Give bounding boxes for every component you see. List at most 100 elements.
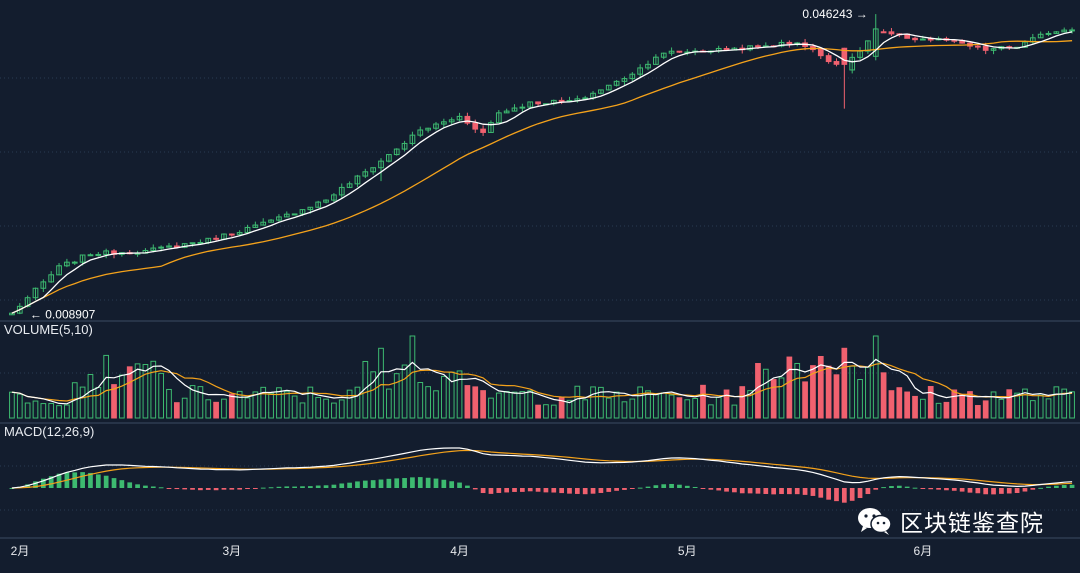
volume-bar [857, 379, 863, 419]
macd-histogram-bar [402, 478, 407, 488]
volume-bar [40, 403, 47, 419]
volume-bar [700, 384, 706, 419]
volume-bar [990, 391, 997, 419]
volume-bar [1037, 394, 1044, 419]
volume-bar [488, 397, 494, 419]
volume-bar [472, 386, 479, 419]
volume-bar [24, 402, 31, 419]
macd-histogram-bar [912, 487, 918, 489]
macd-histogram-bar [166, 488, 172, 489]
candle-body [888, 31, 895, 35]
volume-bar [291, 395, 298, 419]
volume-bar [1014, 392, 1020, 419]
volume-bar [778, 377, 785, 419]
macd-histogram-bar [857, 488, 863, 499]
macd-histogram-bar [559, 488, 564, 494]
macd-histogram-bar [983, 488, 989, 495]
macd-histogram-bar [873, 488, 879, 490]
x-axis: 2月 3月 4月 5月 6月 [11, 544, 933, 558]
grid [0, 77, 1080, 539]
macd-histogram-bar [417, 477, 423, 488]
volume-bar [386, 388, 392, 419]
volume-bar [535, 404, 541, 419]
volume-bar [1045, 398, 1052, 419]
candle-body [95, 253, 102, 256]
price-panel: ← 0.008907 0.046243 → [9, 7, 1075, 322]
macd-histogram-bar [1022, 488, 1028, 492]
macd-histogram-bar [229, 488, 235, 490]
macd-histogram-bar [457, 482, 462, 488]
macd-histogram-bar [465, 485, 470, 488]
volume-bar [213, 401, 219, 419]
macd-histogram-bar [410, 477, 415, 488]
volume-bar [629, 398, 636, 419]
macd-histogram-bar [143, 485, 148, 488]
volume-bar [755, 363, 761, 419]
volume-bar [739, 386, 746, 419]
volume-bar [550, 404, 557, 419]
volume-bar [794, 362, 801, 419]
macd-histogram-bar [174, 488, 180, 490]
volume-bar [920, 398, 926, 419]
macd-histogram-bar [779, 488, 784, 495]
macd-histogram-bar [276, 486, 282, 488]
macd-histogram-bar [975, 488, 981, 494]
macd-histogram-bar [724, 488, 729, 492]
volume-bar [668, 394, 675, 419]
macd-histogram-bar [307, 486, 313, 488]
volume-bar [244, 397, 251, 419]
macd-histogram-bar [292, 486, 297, 488]
volume-bar [150, 360, 157, 419]
candle-body [880, 31, 887, 34]
volume-bar [181, 397, 188, 419]
volume-bar [582, 399, 589, 419]
volume-bar [802, 381, 808, 419]
volume-bar [158, 372, 164, 419]
candle-body [786, 41, 793, 45]
macd-histogram-bar [449, 481, 455, 488]
ma-fast-line [11, 31, 1073, 314]
macd-histogram-bar [574, 488, 580, 494]
volume-bar [425, 386, 431, 419]
volume-bar [519, 391, 526, 419]
volume-bar [715, 396, 722, 419]
volume-bar [841, 347, 848, 419]
macd-histogram-bar [237, 488, 243, 490]
volume-bar [543, 404, 549, 419]
macd-histogram-bar [260, 487, 266, 489]
macd-histogram-bar [904, 486, 910, 488]
macd-histogram-bar [253, 488, 258, 489]
macd-histogram-bar [370, 480, 376, 488]
candle-body [982, 45, 989, 51]
candle-body [1045, 32, 1052, 35]
macd-histogram-bar [1069, 484, 1075, 488]
volume-bar [32, 400, 39, 419]
volume-bar [943, 401, 950, 419]
macd-histogram-bar [205, 488, 211, 490]
volume-panel-label: VOLUME(5,10) [4, 322, 93, 337]
macd-histogram-bar [323, 485, 329, 488]
macd-histogram-bar [582, 488, 588, 495]
volume-bar [268, 392, 274, 419]
volume-bar [660, 392, 667, 419]
volume-bar [221, 398, 227, 419]
candle-body [755, 45, 761, 48]
macd-panel-label: MACD(12,26,9) [4, 424, 95, 439]
volume-bar [331, 402, 337, 419]
volume-bar [1029, 400, 1036, 419]
macd-dea-line [11, 449, 1073, 489]
macd-histogram-bar [810, 488, 816, 496]
volume-bar [935, 402, 942, 419]
volume-bar [417, 381, 424, 419]
volume-bar [912, 395, 918, 419]
kline-chart: ← 0.008907 0.046243 → 2月 3月 4月 5月 6月 [0, 7, 1080, 558]
macd-histogram-bar [732, 488, 737, 493]
candle-body [817, 49, 824, 57]
volume-bar [574, 385, 581, 419]
macd-histogram-bar [347, 482, 352, 488]
macd-histogram-bar [150, 486, 156, 488]
volume-bar [998, 398, 1005, 419]
macd-histogram-bar [433, 478, 439, 488]
x-tick-label: 2月 [11, 544, 30, 558]
volume-panel [9, 335, 1075, 419]
